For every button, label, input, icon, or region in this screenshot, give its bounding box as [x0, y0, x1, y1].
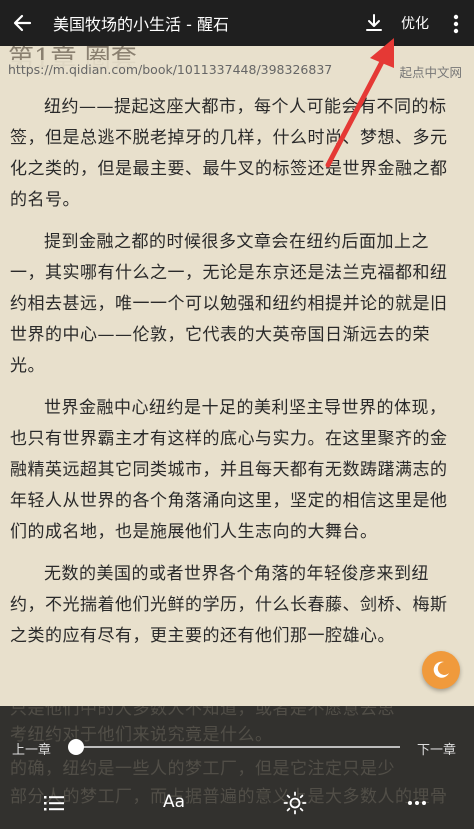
- font-settings-button[interactable]: Aa: [163, 792, 185, 812]
- progress-slider-thumb[interactable]: [68, 739, 84, 755]
- night-mode-button[interactable]: [422, 651, 460, 689]
- top-toolbar: 美国牧场的小生活 - 醒石 优化: [0, 0, 474, 46]
- back-arrow-icon[interactable]: [10, 10, 36, 36]
- site-name: 起点中文网: [399, 65, 462, 80]
- ghost-line: 部分人的梦工厂，而占据普遍的意义上是大多数人的埋骨: [10, 787, 448, 807]
- chapter-content: 纽约——提起这座大都市，每个人可能会有不同的标签，但是总逃不脱老掉牙的几样，什么…: [0, 92, 474, 663]
- more-horiz-icon[interactable]: [403, 790, 431, 816]
- brightness-icon[interactable]: [281, 790, 309, 816]
- book-title: 美国牧场的小生活 - 醒石: [53, 15, 229, 34]
- moon-icon: [433, 661, 449, 678]
- list-icon[interactable]: [40, 790, 68, 816]
- optimize-button[interactable]: 优化: [401, 13, 429, 33]
- paragraph: 世界金融中心纽约是十足的美利坚主导世界的体现，也只有世界霸主才有这样的底心与实力…: [10, 398, 448, 542]
- url-bar: https://m.qidian.com/book/1011337448/398…: [0, 60, 474, 80]
- more-vert-icon[interactable]: [449, 12, 463, 36]
- download-icon[interactable]: [362, 11, 386, 35]
- paragraph: 纽约——提起这座大都市，每个人可能会有不同的标签，但是总逃不脱老掉牙的几样，什么…: [10, 97, 448, 210]
- progress-slider[interactable]: [76, 746, 400, 748]
- prev-chapter-button[interactable]: 上一章: [12, 739, 51, 758]
- paragraph: 提到金融之都的时候很多文章会在纽约后面加上之一，其实哪有什么之一，无论是东京还是…: [10, 232, 448, 376]
- reader-bottom-panel: 只是他们中的大多数人不知道，或者是不愿意去思 考纽约对于他们来说究竟是什么。 的…: [0, 706, 474, 829]
- page-url[interactable]: https://m.qidian.com/book/1011337448/398…: [8, 62, 332, 77]
- next-chapter-button[interactable]: 下一章: [417, 739, 456, 758]
- ghost-line: 的确，纽约是一些人的梦工厂，但是它注定只是少: [10, 759, 395, 779]
- paragraph: 无数的美国的或者世界各个角落的年轻俊彦来到纽约，不光揣着他们光鲜的学历，什么长春…: [10, 564, 448, 646]
